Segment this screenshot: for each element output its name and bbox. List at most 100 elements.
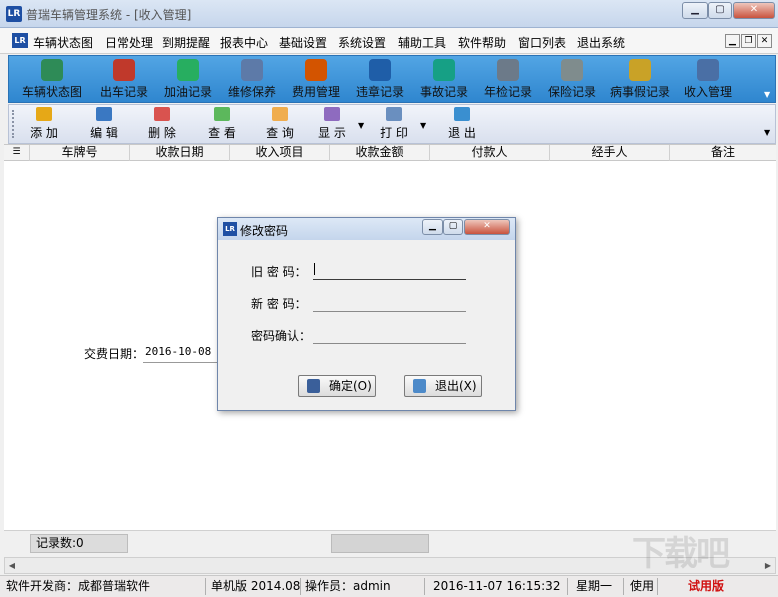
menu-item-status[interactable]: 车辆状态图	[33, 34, 93, 51]
row-selector-icon[interactable]: ☰	[4, 145, 30, 161]
record-count: 记录数:0	[30, 534, 128, 553]
toolbar-button-2[interactable]: 出车记录	[96, 57, 152, 101]
view-icon	[214, 107, 230, 121]
action-button-3[interactable]: 删 除	[140, 106, 184, 142]
toolbar-button-7[interactable]: 事故记录	[416, 57, 472, 101]
menu-item-system-settings[interactable]: 系统设置	[338, 34, 386, 51]
menu-item-basic-settings[interactable]: 基础设置	[279, 34, 327, 51]
chart-icon	[497, 59, 519, 81]
toolbar-button-label: 车辆状态图	[21, 85, 82, 99]
records-bar-panel	[331, 534, 429, 553]
dialog-title: 修改密码	[240, 224, 289, 238]
dialog-close-icon[interactable]: ✕	[464, 219, 510, 235]
menu-item-reports[interactable]: 报表中心	[220, 34, 268, 51]
scroll-left-icon[interactable]: ◀	[6, 559, 18, 572]
toolbar-button-label: 病事假记录	[609, 85, 670, 99]
action-button-label: 打 印	[380, 126, 408, 140]
action-button-2[interactable]: 编 辑	[82, 106, 126, 142]
toolbar-button-label: 事故记录	[419, 85, 468, 99]
toolbar-button-4[interactable]: 维修保养	[224, 57, 280, 101]
menu-item-help[interactable]: 软件帮助	[458, 34, 506, 51]
mdi-logo-icon: LR	[12, 33, 28, 48]
disc-icon	[433, 59, 455, 81]
new-password-label: 新 密 码：	[251, 297, 307, 311]
toolbar-button-label: 出车记录	[99, 85, 148, 99]
calendar-icon	[561, 59, 583, 81]
column-header-item[interactable]: 收入项目	[230, 145, 330, 161]
menu-item-exit[interactable]: 退出系统	[577, 34, 625, 51]
column-header-remark[interactable]: 备注	[670, 145, 776, 161]
menu-item-windows[interactable]: 窗口列表	[518, 34, 566, 51]
toolbar-grip[interactable]	[12, 110, 15, 138]
print-icon	[386, 107, 402, 121]
column-header-payer[interactable]: 付款人	[430, 145, 550, 161]
display-icon	[324, 107, 340, 121]
save-disk-icon	[307, 379, 320, 393]
confirm-password-input[interactable]	[313, 325, 466, 343]
toolbar-button-3[interactable]: 加油记录	[160, 57, 216, 101]
cancel-button-label: 退出(X)	[435, 379, 477, 393]
new-password-input[interactable]	[313, 293, 466, 311]
status-version: 单机版 2014.08	[211, 578, 301, 595]
toolbar-button-11[interactable]: 收入管理	[680, 57, 736, 101]
add-icon	[36, 107, 52, 121]
watermark-logo: 下载吧	[632, 534, 730, 574]
toolbar-button-5[interactable]: 费用管理	[288, 57, 344, 101]
main-toolbar-overflow-icon[interactable]: ▼	[764, 90, 770, 99]
status-datetime: 2016-11-07 16:15:32	[433, 578, 568, 595]
action-button-8[interactable]: 退 出	[440, 106, 484, 142]
scroll-right-icon[interactable]: ▶	[762, 559, 774, 572]
toolbar-button-8[interactable]: 年检记录	[480, 57, 536, 101]
mdi-close-icon[interactable]: ✕	[757, 34, 772, 48]
action-button-4[interactable]: 查 看	[200, 106, 244, 142]
old-password-input[interactable]	[313, 261, 466, 279]
status-developer: 软件开发商：成都普瑞软件	[6, 578, 206, 595]
info-icon	[369, 59, 391, 81]
action-button-1[interactable]: 添 加	[22, 106, 66, 142]
fee-date-input[interactable]: 2016-10-08	[145, 345, 211, 358]
column-header-date[interactable]: 收款日期	[130, 145, 230, 161]
close-icon[interactable]: ✕	[733, 2, 775, 19]
action-button-label: 删 除	[148, 126, 176, 140]
toolbar-button-label: 加油记录	[163, 85, 212, 99]
ok-button[interactable]: 确定(O)	[298, 375, 376, 397]
dialog-minimize-icon[interactable]: ▁	[422, 219, 443, 235]
grid-header: ☰ 车牌号 收款日期 收入项目 收款金额 付款人 经手人 备注	[4, 144, 776, 161]
menu-item-daily[interactable]: 日常处理	[105, 34, 153, 51]
column-header-plate[interactable]: 车牌号	[30, 145, 130, 161]
print-dropdown-icon[interactable]: ▼	[420, 121, 426, 130]
mdi-minimize-icon[interactable]: ▁	[725, 34, 740, 48]
toolbar-button-label: 保险记录	[547, 85, 596, 99]
action-button-label: 查 询	[266, 126, 294, 140]
action-button-6[interactable]: 显 示	[310, 106, 354, 142]
column-header-amount[interactable]: 收款金额	[330, 145, 430, 161]
minimize-icon[interactable]: ▁	[682, 2, 708, 19]
book-icon	[305, 59, 327, 81]
menu-item-tools[interactable]: 辅助工具	[398, 34, 446, 51]
window-title: 普瑞车辆管理系统 - [收入管理]	[26, 8, 192, 22]
network-icon	[177, 59, 199, 81]
delete-icon	[154, 107, 170, 121]
display-dropdown-icon[interactable]: ▼	[358, 121, 364, 130]
toolbar-button-6[interactable]: 违章记录	[352, 57, 408, 101]
toolbar-button-1[interactable]: 车辆状态图	[20, 57, 84, 101]
mdi-restore-icon[interactable]: ❐	[741, 34, 756, 48]
maximize-icon[interactable]: ▢	[708, 2, 732, 19]
dialog-maximize-icon[interactable]: ▢	[443, 219, 463, 235]
toolbar-button-9[interactable]: 保险记录	[544, 57, 600, 101]
text-cursor	[314, 263, 315, 275]
action-button-7[interactable]: 打 印	[372, 106, 416, 142]
action-button-5[interactable]: 查 询	[258, 106, 302, 142]
edit-icon	[96, 107, 112, 121]
action-button-label: 显 示	[318, 126, 346, 140]
menu-item-reminder[interactable]: 到期提醒	[162, 34, 210, 51]
column-header-handler[interactable]: 经手人	[550, 145, 670, 161]
toolbar-button-label: 违章记录	[355, 85, 404, 99]
toolbar-overflow-icon[interactable]: ▼	[764, 128, 770, 137]
status-usage: 使用	[630, 578, 658, 595]
action-button-label: 查 看	[208, 126, 236, 140]
cancel-button[interactable]: 退出(X)	[404, 375, 482, 397]
fee-date-label: 交费日期：	[84, 347, 145, 361]
toolbar-button-10[interactable]: 病事假记录	[608, 57, 672, 101]
toolbar-button-label: 年检记录	[483, 85, 532, 99]
